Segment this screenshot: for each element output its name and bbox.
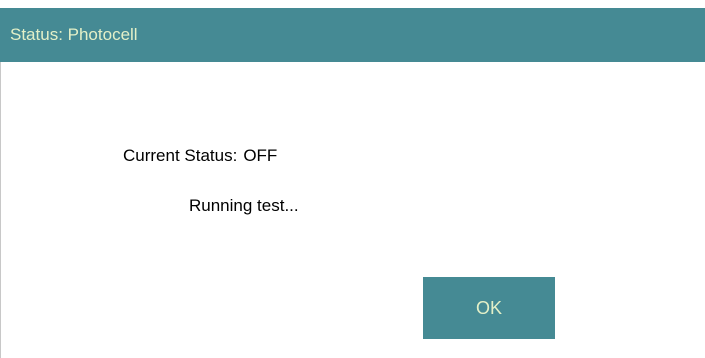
running-test-message: Running test... xyxy=(189,196,299,215)
dialog-title: Status: Photocell xyxy=(10,25,138,44)
current-status-row: Current Status: OFF xyxy=(123,146,277,166)
title-bar: Status: Photocell xyxy=(0,8,705,62)
dialog-left-border xyxy=(0,62,1,358)
ok-button[interactable]: OK xyxy=(423,277,555,339)
photocell-status-dialog: Status: Photocell Current Status: OFF Run… xyxy=(0,0,705,358)
current-status-label: Current Status: xyxy=(123,146,238,165)
current-status-value: OFF xyxy=(243,146,278,165)
